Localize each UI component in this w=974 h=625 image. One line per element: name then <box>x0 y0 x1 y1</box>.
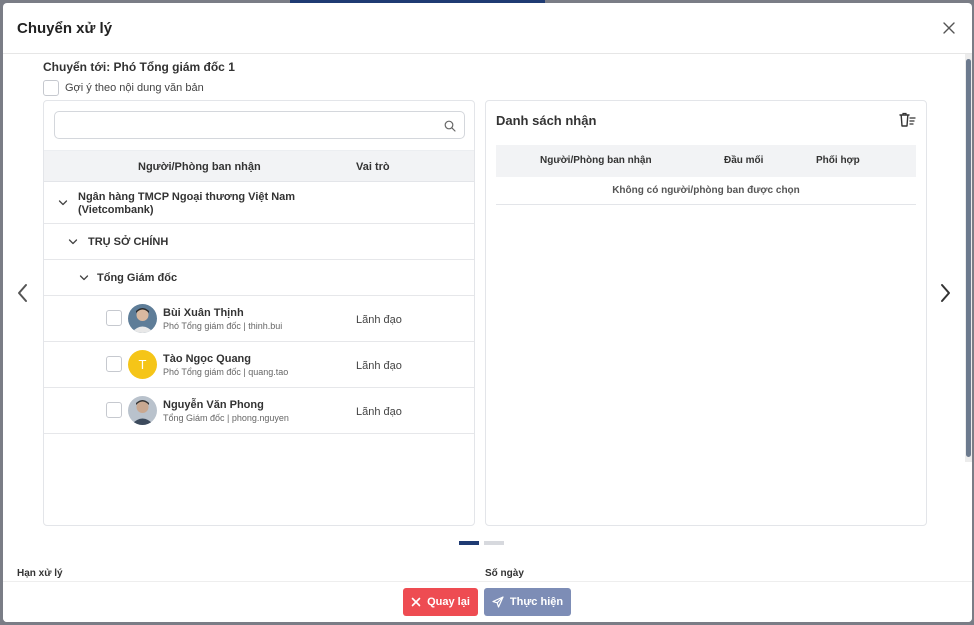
tree-node-dept[interactable]: Tổng Giám đốc <box>44 260 474 296</box>
close-icon <box>411 597 421 607</box>
receive-list-header: Người/Phòng ban nhận Đầu mối Phối hợp <box>496 145 916 177</box>
person-checkbox[interactable] <box>106 402 122 418</box>
person-checkbox[interactable] <box>106 356 122 372</box>
person-row: Bùi Xuân Thịnh Phó Tổng giám đốc | thinh… <box>44 296 474 342</box>
pagination-dots <box>459 541 504 545</box>
modal-scrollbar[interactable] <box>965 54 972 462</box>
transfer-modal: Chuyển xử lý Chuyển tới: Phó Tổng giám đ… <box>3 3 972 622</box>
tree-node-org[interactable]: Ngân hàng TMCP Ngoại thương Việt Nam (Vi… <box>44 183 474 224</box>
avatar <box>128 304 157 333</box>
search-icon[interactable] <box>444 120 456 132</box>
tree-node-branch-label: TRỤ SỞ CHÍNH <box>88 236 169 248</box>
person-role: Lãnh đạo <box>356 314 402 326</box>
person-role: Lãnh đạo <box>356 360 402 372</box>
send-icon <box>492 596 504 608</box>
recipient-picker-panel: Người/Phòng ban nhận Vai trò Ngân hàng T… <box>43 100 475 526</box>
forward-to-label: Chuyển tới: Phó Tổng giám đốc 1 <box>43 60 235 74</box>
submit-button[interactable]: Thực hiện <box>484 588 571 616</box>
receive-list-empty: Không có người/phòng ban được chọn <box>496 177 916 205</box>
search-input[interactable] <box>55 112 464 138</box>
scrollbar-thumb[interactable] <box>966 59 971 457</box>
person-name: Tào Ngọc Quang <box>163 353 251 365</box>
tree-node-branch[interactable]: TRỤ SỞ CHÍNH <box>44 224 474 260</box>
days-label: Số ngày <box>485 568 524 579</box>
avatar: T <box>128 350 157 379</box>
chevron-right-icon[interactable] <box>937 282 953 304</box>
chevron-down-icon[interactable] <box>58 198 68 208</box>
person-row: Nguyễn Văn Phong Tổng Giám đốc | phong.n… <box>44 388 474 434</box>
person-checkbox[interactable] <box>106 310 122 326</box>
chevron-down-icon[interactable] <box>79 273 89 283</box>
header-recipient: Người/Phòng ban nhận <box>540 155 652 166</box>
back-button-label: Quay lại <box>427 596 470 608</box>
suggest-label: Gợi ý theo nội dung văn bản <box>65 81 204 94</box>
clear-list-icon[interactable] <box>898 112 916 128</box>
receive-list-title: Danh sách nhận <box>496 113 597 128</box>
close-icon[interactable] <box>940 19 958 37</box>
person-title: Phó Tổng giám đốc | thinh.bui <box>163 321 283 331</box>
modal-header: Chuyển xử lý <box>3 3 972 54</box>
modal-footer: Quay lại Thực hiện <box>3 581 972 622</box>
tree-node-org-label: Ngân hàng TMCP Ngoại thương Việt Nam (Vi… <box>78 191 296 216</box>
chevron-left-icon[interactable] <box>15 282 31 304</box>
person-title: Tổng Giám đốc | phong.nguyen <box>163 413 289 423</box>
suggest-checkbox[interactable] <box>43 79 59 96</box>
tree-node-dept-label: Tổng Giám đốc <box>97 272 178 284</box>
back-button[interactable]: Quay lại <box>403 588 478 616</box>
chevron-down-icon[interactable] <box>68 237 78 247</box>
person-row: T Tào Ngọc Quang Phó Tổng giám đốc | qua… <box>44 342 474 388</box>
receive-list-panel: Danh sách nhận Người/Phòng ban nhận Đầu … <box>485 100 927 526</box>
header-coordinate: Phối hợp <box>816 155 860 166</box>
person-name: Bùi Xuân Thịnh <box>163 307 244 319</box>
suggest-option: Gợi ý theo nội dung văn bản <box>43 79 204 96</box>
person-title: Phó Tổng giám đốc | quang.tao <box>163 367 289 377</box>
search-box <box>54 111 465 139</box>
page-dot-2[interactable] <box>484 541 504 545</box>
person-role: Lãnh đạo <box>356 406 402 418</box>
avatar-initial: T <box>138 357 147 372</box>
header-focal: Đầu mối <box>724 155 764 166</box>
header-recipient: Người/Phòng ban nhận <box>138 161 261 173</box>
avatar <box>128 396 157 425</box>
modal-title: Chuyển xử lý <box>17 20 113 37</box>
header-role: Vai trò <box>356 161 390 173</box>
recipient-table-header: Người/Phòng ban nhận Vai trò <box>44 150 474 182</box>
page-dot-1[interactable] <box>459 541 479 545</box>
submit-button-label: Thực hiện <box>509 596 564 608</box>
person-name: Nguyễn Văn Phong <box>163 399 264 411</box>
deadline-label: Hạn xử lý <box>17 568 63 579</box>
